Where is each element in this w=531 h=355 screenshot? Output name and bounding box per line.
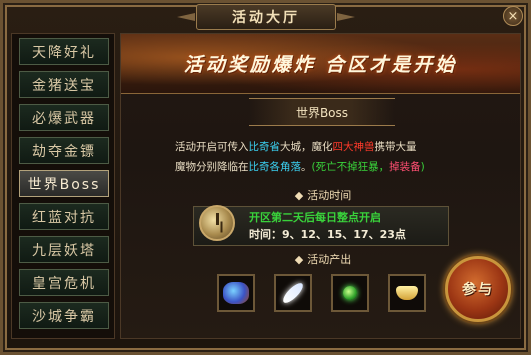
desc-beasts: 四大神兽 (332, 141, 375, 153)
sidebar-item-sand-city[interactable]: 沙城争霸 (19, 302, 109, 329)
sidebar-item-label: 必爆武器 (32, 110, 96, 127)
desc-note: (死亡不掉狂暴， (311, 161, 390, 173)
sidebar-item-label: 皇宫危机 (32, 275, 96, 292)
activity-detail-panel: 活动奖励爆炸 合区才是开始 世界Boss 活动开启可传入比奇省大城，魔化四大神兽… (120, 33, 521, 339)
banner-text: 活动奖励爆炸 合区才是开始 (183, 54, 458, 76)
gem-icon (223, 282, 249, 304)
sidebar-item-escort[interactable]: 劫夺金镖 (19, 137, 109, 164)
desc-text: 。 (301, 161, 312, 173)
desc-corners: 比奇各角落 (248, 161, 302, 173)
desc-note-close: ) (420, 161, 425, 173)
schedule-title: 活动时间 (307, 189, 352, 202)
sidebar-item-gift[interactable]: 天降好礼 (19, 38, 109, 65)
boss-section-title: 世界Boss (249, 98, 395, 126)
clock-icon (199, 205, 235, 241)
desc-text: 大城，魔化 (280, 141, 333, 153)
join-button[interactable]: 参与 (445, 256, 511, 322)
close-button[interactable]: × (503, 6, 523, 26)
schedule-line-2: 时间：9、12、15、17、23点 (249, 228, 406, 241)
sidebar-item-label: 红蓝对抗 (32, 209, 96, 226)
desc-drop: 掉装备 (389, 161, 421, 173)
sidebar-item-label: 天降好礼 (32, 44, 96, 61)
diamond-icon: ◆ (294, 252, 304, 266)
gold-ingot-icon (396, 286, 418, 300)
schedule-line-1: 开区第二天后每日整点开启 (249, 211, 381, 224)
close-icon: × (507, 8, 519, 24)
schedule-section-title: ◆ 活动时间 (261, 186, 381, 204)
sidebar-item-label: 沙城争霸 (32, 308, 96, 325)
window-title: 活动大厅 (232, 10, 300, 26)
desc-text: 魔物分别降临在 (175, 161, 249, 173)
sidebar-item-palace-crisis[interactable]: 皇宫危机 (19, 269, 109, 296)
desc-line-2: 魔物分别降临在比奇各角落。(死亡不掉狂暴，掉装备) (175, 157, 515, 177)
join-button-label: 参与 (462, 282, 494, 298)
sidebar-item-weapons[interactable]: 必爆武器 (19, 104, 109, 131)
desc-text: 携带大量 (374, 141, 417, 153)
promo-banner: 活动奖励爆炸 合区才是开始 (121, 34, 520, 94)
reward-slot-2[interactable] (274, 274, 312, 312)
orb-icon (343, 286, 357, 300)
sidebar-item-demon-tower[interactable]: 九层妖塔 (19, 236, 109, 263)
sidebar-item-golden-pig[interactable]: 金猪送宝 (19, 71, 109, 98)
sidebar-item-label: 劫夺金镖 (32, 143, 96, 160)
boss-title: 世界Boss (295, 105, 349, 120)
desc-line-1: 活动开启可传入比奇省大城，魔化四大神兽携带大量 (175, 137, 515, 157)
sidebar-item-label: 世界Boss (27, 176, 101, 193)
desc-text: 活动开启可传入 (175, 141, 249, 153)
activity-sidebar: 天降好礼 金猪送宝 必爆武器 劫夺金镖 世界Boss 红蓝对抗 九层妖塔 皇宫危… (11, 33, 115, 339)
rewards-title: 活动产出 (307, 253, 352, 266)
reward-slot-4[interactable] (388, 274, 426, 312)
rewards-section-title: ◆ 活动产出 (261, 250, 381, 268)
feather-icon (280, 280, 306, 306)
diamond-icon: ◆ (294, 188, 304, 202)
sidebar-item-red-blue[interactable]: 红蓝对抗 (19, 203, 109, 230)
window-title-plate: 活动大厅 (196, 4, 336, 30)
activity-description: 活动开启可传入比奇省大城，魔化四大神兽携带大量 魔物分别降临在比奇各角落。(死亡… (175, 137, 515, 177)
reward-slot-3[interactable] (331, 274, 369, 312)
sidebar-item-world-boss[interactable]: 世界Boss (19, 170, 109, 197)
desc-city: 比奇省 (248, 141, 281, 153)
reward-slot-1[interactable] (217, 274, 255, 312)
sidebar-item-label: 金猪送宝 (32, 77, 96, 94)
sidebar-item-label: 九层妖塔 (32, 242, 96, 259)
